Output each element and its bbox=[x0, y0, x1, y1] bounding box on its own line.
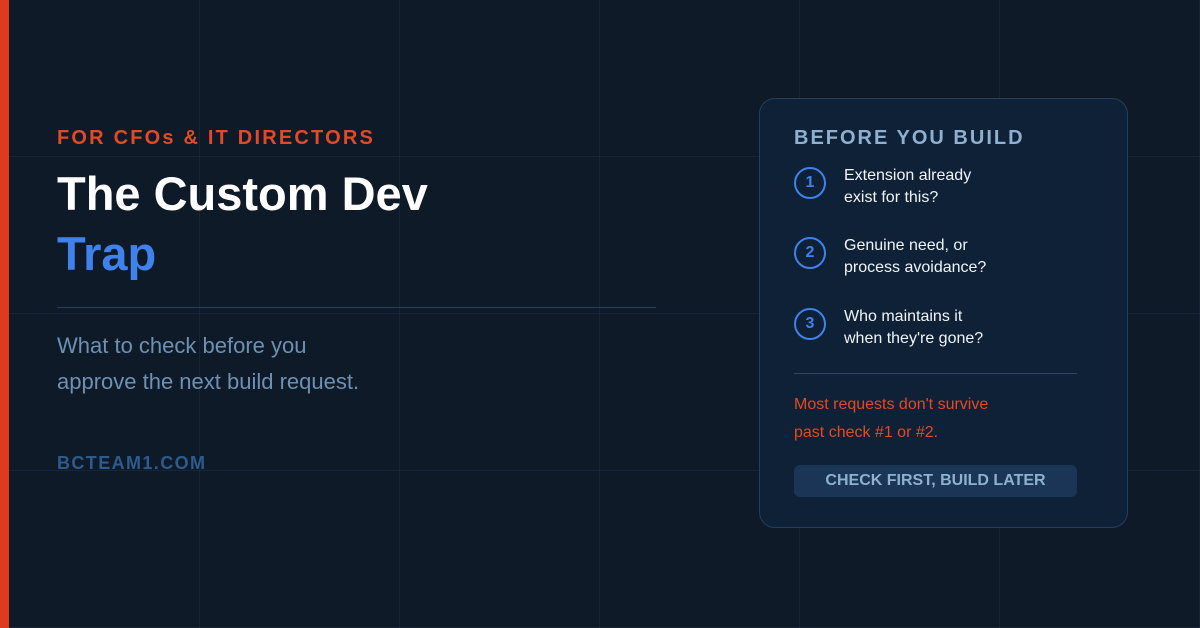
headline-line-2: Trap bbox=[57, 227, 157, 280]
check-first-button[interactable]: CHECK FIRST, BUILD LATER bbox=[794, 465, 1077, 497]
accent-bar bbox=[0, 0, 9, 628]
subtitle-line-2: approve the next build request. bbox=[57, 369, 360, 394]
headline-line-1: The Custom Dev bbox=[57, 167, 428, 220]
subtitle-line-1: What to check before you bbox=[57, 333, 307, 358]
site-url[interactable]: BCTEAM1.COM bbox=[57, 453, 206, 474]
checklist-step-3: 3 Who maintains it when they're gone? bbox=[794, 308, 1094, 356]
audience-eyebrow: FOR CFOs & IT DIRECTORS bbox=[57, 127, 376, 149]
step-text-line-2: exist for this? bbox=[844, 189, 939, 206]
step-text: Extension already exist for this? bbox=[844, 165, 971, 209]
subtitle: What to check before you approve the nex… bbox=[57, 328, 557, 400]
banner-canvas: FOR CFOs & IT DIRECTORS The Custom Dev T… bbox=[0, 0, 1200, 628]
warning-note: Most requests don't survive past check #… bbox=[794, 391, 988, 447]
step-text-line-1: Genuine need, or bbox=[844, 237, 968, 254]
headline-divider bbox=[57, 307, 656, 308]
warning-line-2: past check #1 or #2. bbox=[794, 424, 939, 441]
step-text-line-2: process avoidance? bbox=[844, 259, 987, 276]
card-divider bbox=[794, 373, 1077, 374]
checklist-step-2: 2 Genuine need, or process avoidance? bbox=[794, 237, 1094, 285]
checklist-step-1: 1 Extension already exist for this? bbox=[794, 167, 1094, 215]
step-text: Genuine need, or process avoidance? bbox=[844, 235, 986, 279]
step-text-line-1: Who maintains it bbox=[844, 308, 963, 325]
step-number-badge: 3 bbox=[794, 308, 826, 340]
warning-line-1: Most requests don't survive bbox=[794, 396, 989, 413]
checklist-card: BEFORE YOU BUILD 1 Extension already exi… bbox=[759, 98, 1128, 528]
step-text-line-1: Extension already bbox=[844, 167, 972, 184]
step-text: Who maintains it when they're gone? bbox=[844, 306, 983, 350]
step-number-badge: 2 bbox=[794, 237, 826, 269]
step-text-line-2: when they're gone? bbox=[844, 330, 984, 347]
card-title: BEFORE YOU BUILD bbox=[794, 127, 1025, 149]
step-number-badge: 1 bbox=[794, 167, 826, 199]
